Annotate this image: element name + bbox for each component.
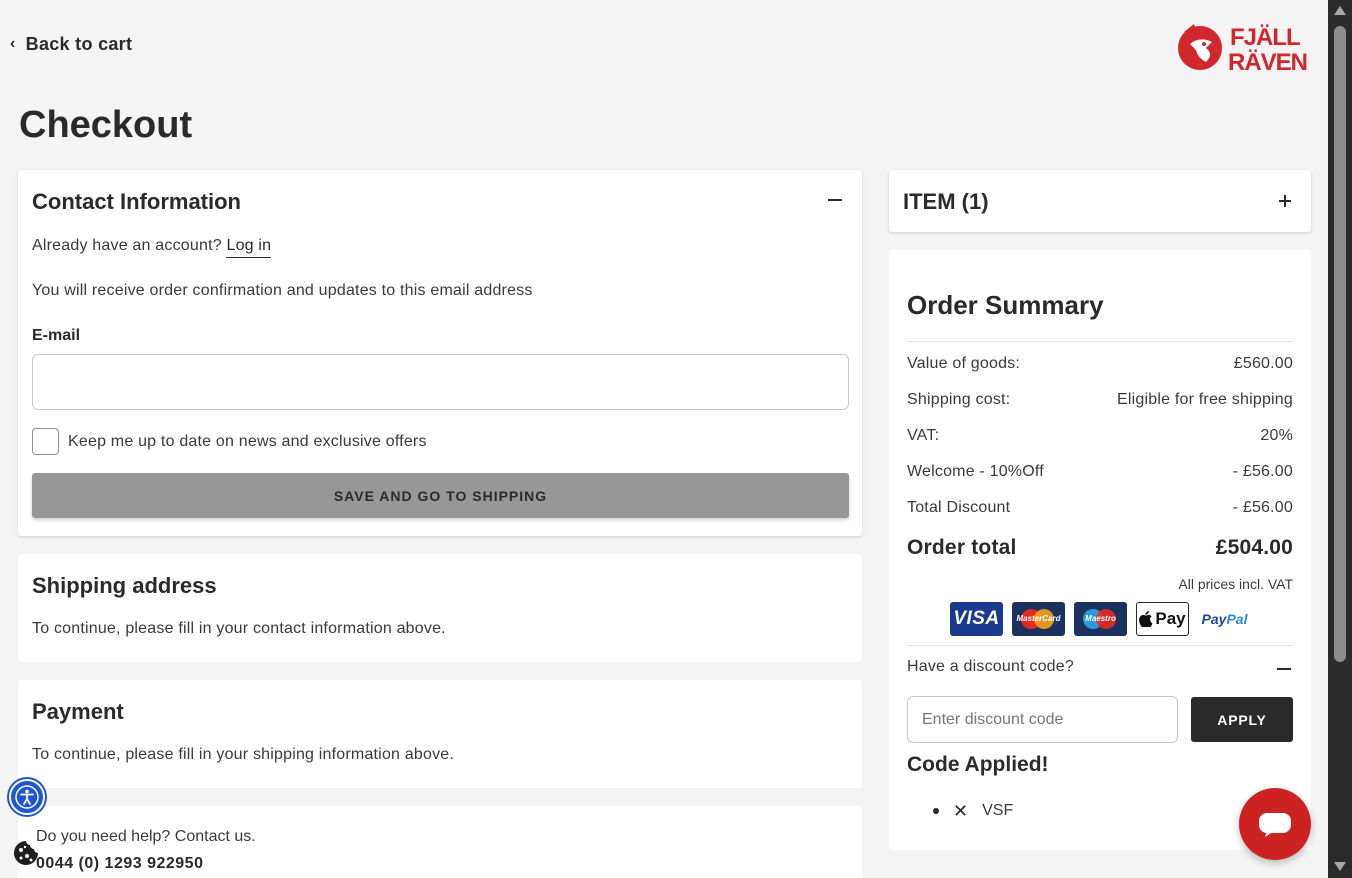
chevron-left-icon: ‹ [10,34,16,52]
order-total-row: Order total £504.00 [907,536,1293,560]
order-summary-section: Order Summary Value of goods: £560.00 Sh… [889,250,1311,850]
scroll-down-arrow-icon[interactable] [1334,862,1346,871]
scroll-up-arrow-icon[interactable] [1334,6,1346,15]
summary-row-total-discount: Total Discount - £56.00 [907,499,1293,517]
summary-row-label: Value of goods: [907,355,1021,372]
payment-methods: VISA MasterCard Maestro Pay Pay Pal [950,602,1251,636]
scroll-thumb[interactable] [1334,26,1346,662]
save-and-go-to-shipping-button[interactable]: SAVE AND GO TO SHIPPING [32,473,849,518]
summary-row-vat: VAT: 20% [907,427,1293,445]
summary-row-value: 20% [1260,427,1293,444]
shipping-address-section: Shipping address To continue, please fil… [18,554,862,662]
svg-text:RÄVEN: RÄVEN [1228,49,1307,74]
order-total-value: £504.00 [1215,536,1293,559]
account-prompt-text: Already have an account? [32,237,222,254]
cookie-settings-icon[interactable] [13,840,39,866]
fox-icon [1178,24,1222,70]
account-prompt: Already have an account? Log in [32,237,272,258]
collapse-discount-icon[interactable] [1277,661,1291,675]
newsletter-row: Keep me up to date on news and exclusive… [32,428,427,455]
summary-row-value: Eligible for free shipping [1117,391,1293,408]
summary-row-label: Welcome - 10%Off [907,463,1044,480]
shipping-section-title: Shipping address [32,573,217,598]
accessibility-icon [15,785,39,809]
code-applied-title: Code Applied! [907,753,1049,776]
payment-instruction: To continue, please fill in your shippin… [32,746,455,763]
newsletter-label: Keep me up to date on news and exclusive… [68,432,427,450]
summary-row-value: - £56.00 [1232,463,1293,480]
summary-row-shipping-cost: Shipping cost: Eligible for free shippin… [907,391,1293,409]
visa-icon: VISA [950,602,1003,636]
accessibility-button[interactable] [9,779,45,815]
remove-code-icon[interactable]: ✕ [953,802,968,820]
apple-pay-icon: Pay [1136,602,1189,636]
order-total-label: Order total [907,536,1017,559]
apply-discount-button[interactable]: APPLY [1191,697,1293,742]
page-title: Checkout [19,104,193,146]
paypal-icon: Pay Pal [1201,611,1248,627]
order-summary-title: Order Summary [907,290,1104,320]
bullet-icon [933,808,939,814]
applied-code-item: ✕ VSF [933,802,1013,820]
fjallraven-logo[interactable]: FJÄLL RÄVEN [1176,18,1328,74]
back-to-cart-link[interactable]: ‹ Back to cart [10,34,132,55]
chat-bubble-icon [1259,813,1291,837]
summary-row-value: - £56.00 [1232,499,1293,516]
checkout-page: ‹ Back to cart FJÄLL RÄVEN Checkout Cont… [0,0,1328,878]
summary-row-value-of-goods: Value of goods: £560.00 [907,355,1293,373]
applied-code-value: VSF [982,802,1014,819]
login-link[interactable]: Log in [226,237,272,258]
summary-row-value: £560.00 [1233,355,1293,372]
help-text: Do you need help? Contact us. [36,828,256,845]
contact-information-section: Contact Information Already have an acco… [18,170,862,536]
summary-row-label: VAT: [907,427,940,444]
help-section: Do you need help? Contact us. 0044 (0) 1… [18,806,862,878]
email-input[interactable] [32,354,849,410]
summary-divider [907,645,1293,646]
summary-row-label: Total Discount [907,499,1011,516]
svg-text:FJÄLL: FJÄLL [1230,24,1300,51]
email-confirmation-note: You will receive order confirmation and … [32,282,533,299]
shipping-instruction: To continue, please fill in your contact… [32,620,446,637]
email-label: E-mail [32,327,81,344]
mastercard-icon: MasterCard [1012,602,1065,636]
payment-section-title: Payment [32,699,124,724]
scrollbar[interactable] [1328,0,1352,878]
summary-row-label: Shipping cost: [907,391,1011,408]
help-phone-number[interactable]: 0044 (0) 1293 922950 [36,855,203,873]
expand-items-icon[interactable] [1279,194,1293,208]
discount-code-question[interactable]: Have a discount code? [907,658,1074,676]
vat-note: All prices incl. VAT [1178,576,1293,592]
payment-section: Payment To continue, please fill in your… [18,680,862,788]
back-to-cart-label: Back to cart [25,34,133,54]
summary-divider [907,341,1293,342]
items-section[interactable]: ITEM (1) [889,170,1311,232]
discount-code-input[interactable] [907,696,1178,743]
collapse-contact-icon[interactable] [828,192,844,208]
items-title: ITEM (1) [903,189,989,214]
apple-logo-icon [1139,611,1153,627]
contact-section-title: Contact Information [32,189,241,214]
summary-row-welcome-discount: Welcome - 10%Off - £56.00 [907,463,1293,481]
maestro-icon: Maestro [1074,602,1127,636]
newsletter-checkbox[interactable] [32,428,59,455]
chat-button[interactable] [1239,788,1311,860]
